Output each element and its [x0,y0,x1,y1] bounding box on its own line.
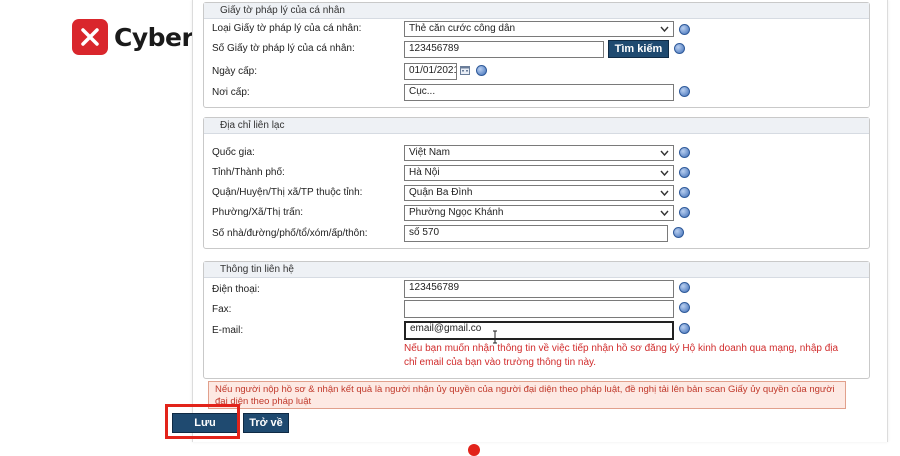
chevron-down-icon [659,187,670,199]
back-button[interactable]: Trở về [243,413,289,433]
info-icon[interactable] [679,24,690,35]
issue-date-label: Ngày cấp: [212,66,258,77]
doc-type-label: Loại Giấy tờ pháp lý của cá nhân: [212,23,362,34]
email-hint: Nếu bạn muốn nhận thông tin về việc tiếp… [404,343,839,368]
street-label: Số nhà/đường/phố/tổ/xóm/ấp/thôn: [212,228,368,239]
phone-label: Điện thoại: [212,284,260,295]
chevron-down-icon [659,147,670,159]
info-icon[interactable] [679,187,690,198]
info-icon[interactable] [679,147,690,158]
issue-place-label: Nơi cấp: [212,87,250,98]
country-select[interactable]: Việt Nam [404,145,674,161]
info-icon[interactable] [679,207,690,218]
fax-label: Fax: [212,304,232,315]
phone-input[interactable]: 123456789 [404,280,674,298]
street-input[interactable]: số 570 [404,225,668,242]
fax-input[interactable] [404,300,674,318]
doc-type-select[interactable]: Thẻ căn cước công dân [404,21,674,37]
doc-number-input[interactable]: 123456789 [404,41,604,58]
province-label: Tỉnh/Thành phố: [212,167,285,178]
info-icon[interactable] [679,323,690,334]
country-label: Quốc gia: [212,147,255,158]
district-label: Quận/Huyện/Thị xã/TP thuộc tỉnh: [212,187,363,198]
issue-date-input[interactable]: 01/01/2021 [404,63,457,80]
contact-title: Thông tin liên hệ [204,262,869,278]
cyber-logo-icon [72,19,108,55]
info-icon[interactable] [679,302,690,313]
calendar-icon[interactable] [460,65,470,75]
ward-label: Phường/Xã/Thị trấn: [212,207,304,218]
authorization-warning: Nếu người nộp hồ sơ & nhận kết quả là ng… [208,381,846,409]
ward-select[interactable]: Phường Ngọc Khánh [404,205,674,221]
chevron-down-icon [659,167,670,179]
info-icon[interactable] [674,43,685,54]
cyber-logo-text: Cyber [114,22,194,52]
info-icon[interactable] [476,65,487,76]
info-icon[interactable] [673,227,684,238]
red-marker [468,444,480,456]
address-title: Địa chỉ liên lạc [204,118,869,134]
info-icon[interactable] [679,167,690,178]
cyber-logo: Cyber [72,19,194,55]
search-button[interactable]: Tìm kiếm [608,40,669,58]
chevron-down-icon [659,23,670,35]
issue-place-input[interactable]: Cục... [404,84,674,101]
doc-number-label: Số Giấy tờ pháp lý của cá nhân: [212,43,355,54]
province-select[interactable]: Hà Nội [404,165,674,181]
legal-docs-title: Giấy tờ pháp lý của cá nhân [204,3,869,19]
chevron-down-icon [659,207,670,219]
district-select[interactable]: Quận Ba Đình [404,185,674,201]
save-highlight-box [165,404,240,439]
email-input[interactable]: email@gmail.co [404,321,674,340]
email-label: E-mail: [212,325,244,336]
info-icon[interactable] [679,86,690,97]
info-icon[interactable] [679,282,690,293]
